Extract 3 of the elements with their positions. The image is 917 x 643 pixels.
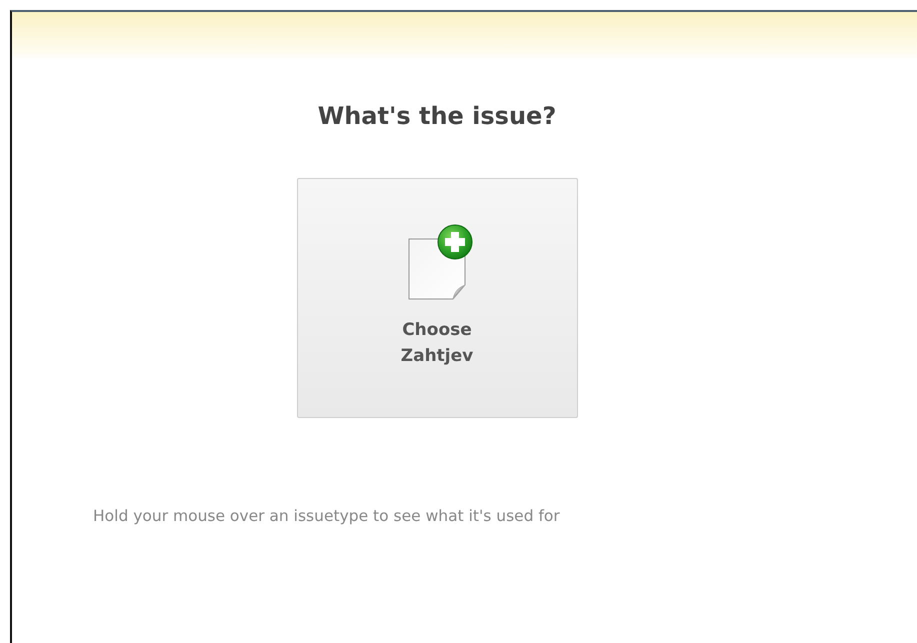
page-heading: What's the issue? bbox=[318, 101, 556, 131]
issue-type-button[interactable]: Choose Zahtjev bbox=[296, 178, 578, 418]
hint-text: Hold your mouse over an issuetype to see what it's used for bbox=[93, 506, 560, 527]
